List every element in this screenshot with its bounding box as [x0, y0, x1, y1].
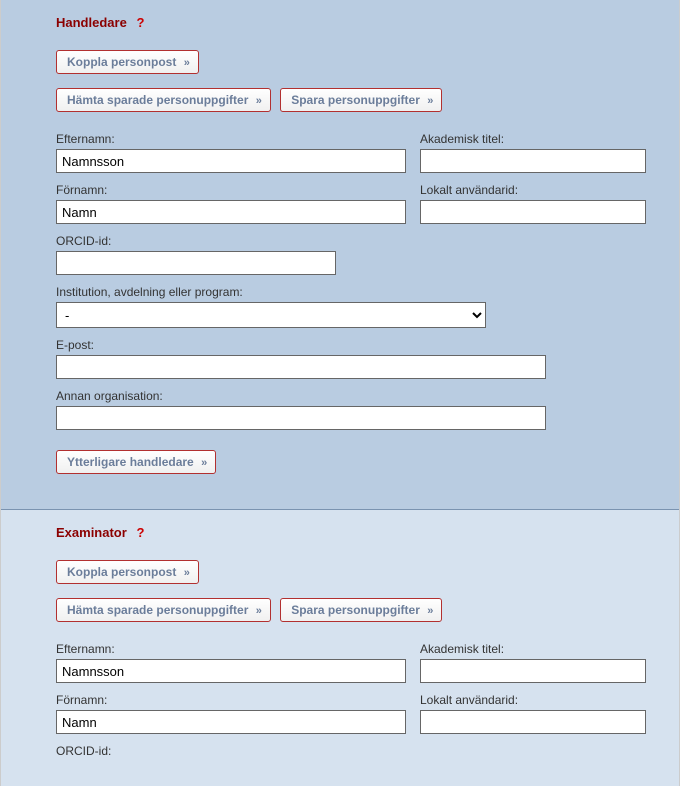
akademisk-titel-label: Akademisk titel:: [420, 132, 646, 146]
spara-personuppgifter-button[interactable]: Spara personuppgifter »: [280, 598, 442, 622]
orcid-input[interactable]: [56, 251, 336, 275]
button-label: Spara personuppgifter: [291, 93, 420, 107]
efternamn-input[interactable]: [56, 659, 406, 683]
akademisk-titel-label: Akademisk titel:: [420, 642, 646, 656]
help-icon[interactable]: ?: [136, 15, 144, 30]
orcid-label: ORCID-id:: [56, 234, 336, 248]
arrow-icon: »: [184, 567, 188, 579]
institution-select[interactable]: -: [56, 302, 486, 328]
ytterligare-handledare-button[interactable]: Ytterligare handledare »: [56, 450, 216, 474]
lokalt-anvandarid-label: Lokalt användarid:: [420, 183, 646, 197]
fornamn-input[interactable]: [56, 200, 406, 224]
title-text: Handledare: [56, 15, 127, 30]
button-label: Koppla personpost: [67, 565, 176, 579]
institution-label: Institution, avdelning eller program:: [56, 285, 486, 299]
epost-label: E-post:: [56, 338, 546, 352]
fornamn-label: Förnamn:: [56, 693, 406, 707]
efternamn-label: Efternamn:: [56, 132, 406, 146]
arrow-icon: »: [201, 457, 205, 469]
section-handledare: Handledare ? Koppla personpost » Hämta s…: [1, 0, 679, 510]
akademisk-titel-input[interactable]: [420, 149, 646, 173]
button-label: Koppla personpost: [67, 55, 176, 69]
arrow-icon: »: [184, 57, 188, 69]
annan-organisation-label: Annan organisation:: [56, 389, 546, 403]
button-label: Hämta sparade personuppgifter: [67, 93, 248, 107]
section-examinator: Examinator ? Koppla personpost » Hämta s…: [1, 510, 679, 786]
orcid-label: ORCID-id:: [56, 744, 111, 758]
hamta-personuppgifter-button[interactable]: Hämta sparade personuppgifter »: [56, 598, 271, 622]
lokalt-anvandarid-label: Lokalt användarid:: [420, 693, 646, 707]
button-label: Hämta sparade personuppgifter: [67, 603, 248, 617]
epost-input[interactable]: [56, 355, 546, 379]
title-text: Examinator: [56, 525, 127, 540]
arrow-icon: »: [256, 95, 260, 107]
spara-personuppgifter-button[interactable]: Spara personuppgifter »: [280, 88, 442, 112]
koppla-personpost-button[interactable]: Koppla personpost »: [56, 560, 199, 584]
efternamn-label: Efternamn:: [56, 642, 406, 656]
hamta-personuppgifter-button[interactable]: Hämta sparade personuppgifter »: [56, 88, 271, 112]
arrow-icon: »: [427, 605, 431, 617]
help-icon[interactable]: ?: [136, 525, 144, 540]
lokalt-anvandarid-input[interactable]: [420, 710, 646, 734]
annan-organisation-input[interactable]: [56, 406, 546, 430]
fornamn-label: Förnamn:: [56, 183, 406, 197]
efternamn-input[interactable]: [56, 149, 406, 173]
button-label: Ytterligare handledare: [67, 455, 194, 469]
akademisk-titel-input[interactable]: [420, 659, 646, 683]
section-title-examinator: Examinator ?: [56, 525, 649, 540]
button-label: Spara personuppgifter: [291, 603, 420, 617]
fornamn-input[interactable]: [56, 710, 406, 734]
arrow-icon: »: [256, 605, 260, 617]
arrow-icon: »: [427, 95, 431, 107]
koppla-personpost-button[interactable]: Koppla personpost »: [56, 50, 199, 74]
lokalt-anvandarid-input[interactable]: [420, 200, 646, 224]
section-title-handledare: Handledare ?: [56, 15, 649, 30]
